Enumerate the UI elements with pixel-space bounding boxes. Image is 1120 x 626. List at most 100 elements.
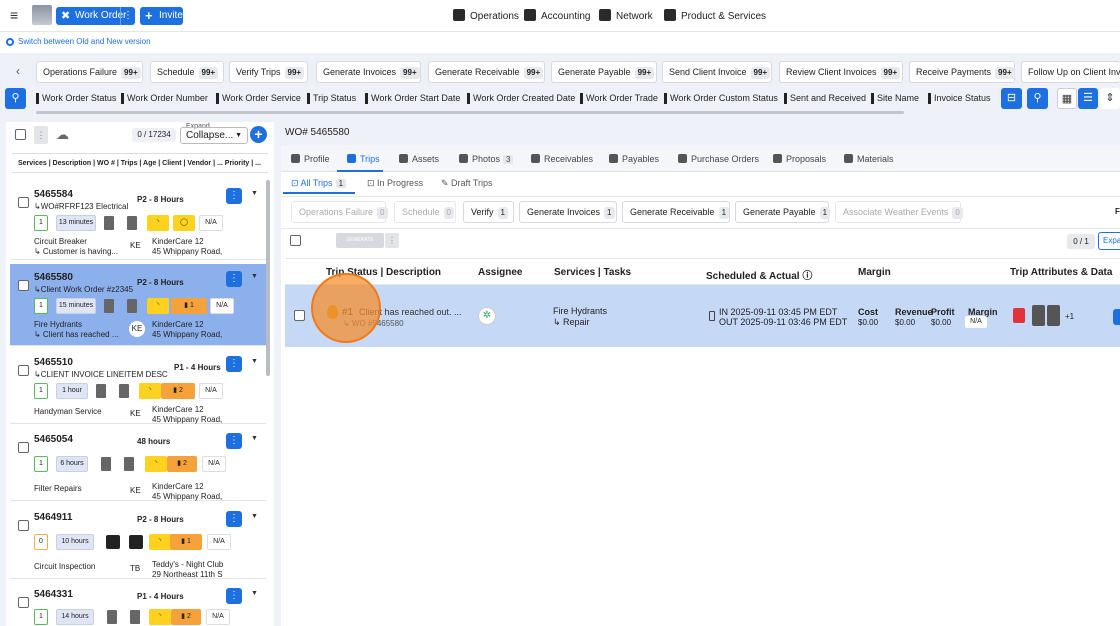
subtab-all-trips[interactable]: ⊡ All Trips 1 (291, 178, 347, 189)
wo-number[interactable]: 5465054 (34, 434, 73, 445)
chip-schedule[interactable]: Schedule 99+ (150, 61, 224, 83)
work-order-card[interactable]: 5465054 48 hours ⋮ ▼ 1 6 hours ◝ ▮ 2 N/A… (10, 426, 266, 501)
chip-review-client-invoices[interactable]: Review Client Invoices 99+ (779, 61, 903, 83)
company-logo[interactable] (32, 5, 52, 25)
card-menu-button[interactable]: ⋮ (226, 588, 242, 604)
col-filter-created-date[interactable]: Work Order Created Date (467, 93, 575, 104)
trip-chip-generate-receivable[interactable]: Generate Receivable 1 (622, 201, 730, 223)
chevron-down-icon[interactable]: ▼ (251, 190, 258, 197)
tab-materials[interactable]: Materials (844, 154, 894, 164)
wo-number[interactable]: 5464911 (34, 512, 72, 523)
chevron-left-icon[interactable]: ‹ (16, 64, 20, 78)
col-trip-attributes[interactable]: Trip Attributes & Data (1010, 267, 1112, 278)
col-scheduled[interactable]: Scheduled & Actual ⓘ (706, 267, 812, 282)
col-filter-sent-received[interactable]: Sent and Received (784, 93, 866, 104)
expand-select[interactable]: Collapse... ▼ (180, 127, 248, 144)
work-order-card[interactable]: 5464911 P2 - 8 Hours ⋮ ▼ 0 10 hours ◝ ▮ … (10, 504, 266, 579)
select-all-trips-checkbox[interactable] (290, 235, 301, 246)
subtab-draft-trips[interactable]: ✎ Draft Trips (441, 178, 493, 189)
chevron-down-icon[interactable]: ▼ (251, 435, 258, 442)
chip-receive-payments[interactable]: Receive Payments 99+ (909, 61, 1015, 83)
list-scrollbar[interactable] (266, 180, 270, 376)
photo-thumbnail[interactable] (1032, 305, 1045, 326)
add-work-order-button[interactable]: + (250, 126, 267, 143)
trip-chip-operations-failure[interactable]: Operations Failure 0 (291, 201, 388, 223)
switch-radio-icon[interactable] (6, 38, 14, 46)
chip-send-client-invoice[interactable]: Send Client Invoice 99+ (662, 61, 772, 83)
trip-chip-generate-payable[interactable]: Generate Payable 1 (735, 201, 831, 223)
col-services[interactable]: Services | Tasks (554, 267, 631, 278)
tab-proposals[interactable]: Proposals (773, 154, 826, 164)
trip-chip-overflow[interactable]: F (1115, 207, 1120, 216)
chip-generate-receivable[interactable]: Generate Receivable 99+ (428, 61, 545, 83)
chip-operations-failure[interactable]: Operations Failure 99+ (36, 61, 143, 83)
chevron-down-icon[interactable]: ▼ (251, 358, 258, 365)
tab-profile[interactable]: Profile (291, 154, 330, 164)
list-view-button[interactable]: ☰ (1078, 88, 1098, 109)
chip-generate-invoices[interactable]: Generate Invoices 99+ (316, 61, 421, 83)
toggle-view-button[interactable]: ⊟ (1001, 88, 1022, 109)
wo-number[interactable]: 5464331 (34, 589, 73, 600)
cloud-upload-icon[interactable]: ☁ (56, 127, 69, 143)
col-filter-work-order-number[interactable]: Work Order Number (121, 93, 208, 104)
version-switch-link[interactable]: Switch between Old and New version (18, 37, 151, 46)
tab-assets[interactable]: Assets (399, 154, 439, 164)
subtab-in-progress[interactable]: ⊡ In Progress (367, 178, 423, 189)
generate-report-button[interactable]: GENERATE REPORT (336, 233, 384, 258)
trip-row[interactable]: #1 Client has reached out. ... ↳ WO #546… (285, 285, 1120, 347)
work-order-card[interactable]: 5465584 ↳WO#RFRF123 Electrical P2 - 8 Ho… (10, 181, 266, 260)
info-icon[interactable]: ⓘ (802, 271, 812, 282)
trip-chip-schedule[interactable]: Schedule 0 (394, 201, 456, 223)
col-assignee[interactable]: Assignee (478, 267, 522, 278)
photo-thumbnail[interactable] (1047, 305, 1060, 326)
menu-icon[interactable]: ≡ (10, 8, 22, 22)
col-filter-trip-status[interactable]: Trip Status (307, 93, 356, 104)
nav-product-services[interactable]: Product & Services (664, 9, 766, 22)
col-filter-start-date[interactable]: Work Order Start Date (365, 93, 460, 104)
more-photos-count[interactable]: +1 (1065, 312, 1074, 321)
card-menu-button[interactable]: ⋮ (226, 271, 242, 287)
tab-photos[interactable]: Photos 3 (459, 154, 514, 164)
filters-scrollbar[interactable] (36, 111, 904, 114)
list-kebab-icon[interactable]: ⋮ (34, 126, 48, 144)
card-menu-button[interactable]: ⋮ (226, 433, 242, 449)
col-filter-custom-status[interactable]: Work Order Custom Status (664, 93, 778, 104)
trip-chip-verify[interactable]: Verify 1 (463, 201, 514, 223)
assignee-avatar[interactable]: ✲ (478, 307, 496, 325)
chip-verify-trips[interactable]: Verify Trips 99+ (229, 61, 308, 83)
card-checkbox[interactable] (18, 442, 29, 453)
work-order-button[interactable]: ✖ Work Order ⋮ (56, 7, 135, 25)
work-order-card[interactable]: 5465510 ↳CLIENT INVOICE LINEITEM DESC P1… (10, 349, 266, 424)
col-filter-work-order-service[interactable]: Work Order Service (216, 93, 301, 104)
invite-button[interactable]: + Invite (140, 7, 183, 25)
sort-button[interactable]: ⇕ (1100, 88, 1120, 109)
card-menu-button[interactable]: ⋮ (226, 511, 242, 527)
wo-number[interactable]: 5465580 (34, 272, 73, 283)
col-filter-invoice-status[interactable]: Invoice Status (928, 93, 991, 104)
card-checkbox[interactable] (18, 197, 29, 208)
clear-filter-button[interactable]: ⚲ (1027, 88, 1048, 109)
report-menu-icon[interactable]: ⋮ (385, 233, 399, 248)
work-order-card-selected[interactable]: 5465580 ↳Client Work Order #z2345 P2 - 8… (10, 264, 266, 346)
card-checkbox[interactable] (18, 520, 29, 531)
tab-purchase-orders[interactable]: Purchase Orders (678, 154, 759, 164)
chevron-down-icon[interactable]: ▼ (251, 590, 258, 597)
col-filter-site-name[interactable]: Site Name (871, 93, 919, 104)
select-all-checkbox[interactable] (15, 129, 26, 140)
work-order-card[interactable]: 5464331 P1 - 4 Hours ⋮ ▼ 1 14 hours ◝ ▮ … (10, 581, 266, 626)
pdf-document-icon[interactable] (1013, 308, 1025, 323)
wo-number[interactable]: 5465584 (34, 189, 73, 200)
card-checkbox[interactable] (18, 365, 29, 376)
trip-action-button[interactable] (1113, 309, 1120, 325)
tab-payables[interactable]: Payables (609, 154, 659, 164)
trip-checkbox[interactable] (294, 310, 305, 321)
card-checkbox[interactable] (18, 597, 29, 608)
card-menu-button[interactable]: ⋮ (226, 188, 242, 204)
work-order-menu-icon[interactable]: ⋮ (120, 7, 135, 25)
card-checkbox[interactable] (18, 280, 29, 291)
chevron-down-icon[interactable]: ▼ (251, 273, 258, 280)
chip-generate-payable[interactable]: Generate Payable 99+ (551, 61, 657, 83)
col-filter-work-order-status[interactable]: Work Order Status (36, 93, 116, 104)
chip-follow-up-client-invoice[interactable]: Follow Up on Client Inv (1021, 61, 1120, 83)
card-menu-button[interactable]: ⋮ (226, 356, 242, 372)
